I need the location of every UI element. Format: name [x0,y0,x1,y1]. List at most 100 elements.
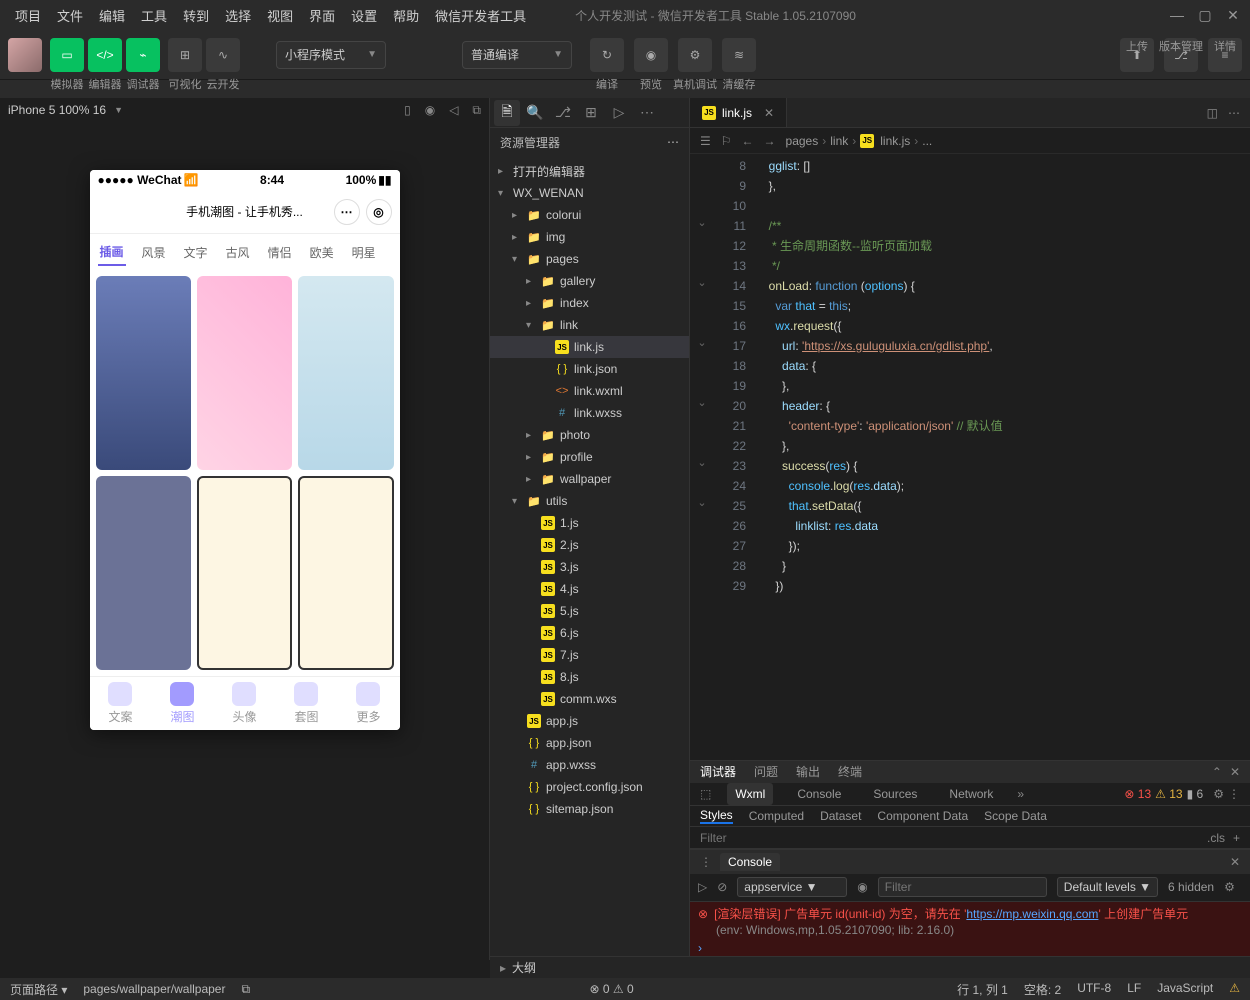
page-path-label[interactable]: 页面路径 ▾ [10,981,67,998]
wallpaper-thumb[interactable] [298,476,393,670]
status-line-col[interactable]: 行 1, 列 1 [957,981,1008,998]
menu-file[interactable]: 文件 [50,2,90,29]
bottom-nav-item[interactable]: 潮图 [170,682,194,725]
warning-badge[interactable]: ⚠ 13 [1155,787,1182,801]
status-spaces[interactable]: 空格: 2 [1024,981,1061,998]
explorer-more-icon[interactable]: ⋯ [667,135,679,149]
wallpaper-thumb[interactable] [298,276,393,470]
phone-tab-1[interactable]: 风景 [140,240,168,265]
tree-item-link.json[interactable]: { } link.json [490,358,689,380]
tree-item-profile[interactable]: ▸📁 profile [490,446,689,468]
menu-view[interactable]: 视图 [260,2,300,29]
dt-sub-wxml[interactable]: Wxml [727,783,773,805]
phone-tab-5[interactable]: 欧美 [308,240,336,265]
back-icon[interactable]: ◁ [449,103,458,118]
split-editor-icon[interactable]: ◫ [1207,106,1218,120]
dt-sub-sources[interactable]: Sources [865,783,925,805]
component-data-tab[interactable]: Component Data [877,809,968,823]
tree-item-link.wxml[interactable]: <> link.wxml [490,380,689,402]
tree-section[interactable]: ▸打开的编辑器 [490,160,689,182]
phone-tab-4[interactable]: 情侣 [266,240,294,265]
editor-button[interactable]: </>编辑器 [88,38,122,72]
tree-item-6.js[interactable]: JS 6.js [490,622,689,644]
record-icon[interactable]: ◉ [425,103,435,118]
outline-bar[interactable]: ▸大纲 [490,956,1250,978]
visual-button[interactable]: ⊞可视化 [168,38,202,72]
eye-icon[interactable]: ◉ [857,880,867,894]
warning-icon[interactable]: ⚠ [1229,981,1240,998]
dt-tab-output[interactable]: 输出 [796,761,820,782]
status-encoding[interactable]: UTF-8 [1077,981,1111,998]
dt-tab-problems[interactable]: 问题 [754,761,778,782]
console-filter-input[interactable] [878,877,1047,897]
wallpaper-thumb[interactable] [96,476,191,670]
dt-sub-console[interactable]: Console [789,783,849,805]
menu-project[interactable]: 项目 [8,2,48,29]
console-tab[interactable]: Console [720,853,780,871]
editor-more-icon[interactable]: ⋯ [1228,106,1240,120]
tree-item-index[interactable]: ▸📁 index [490,292,689,314]
add-style-icon[interactable]: + [1233,831,1240,845]
menu-select[interactable]: 选择 [218,2,258,29]
wallpaper-thumb[interactable] [197,276,292,470]
tree-item-app.js[interactable]: JS app.js [490,710,689,732]
tree-item-utils[interactable]: ▾📁 utils [490,490,689,512]
simulator-button[interactable]: ▭模拟器 [50,38,84,72]
device-info[interactable]: iPhone 5 100% 16 [8,103,106,117]
menu-tools[interactable]: 工具 [134,2,174,29]
clear-console-icon[interactable]: ⊘ [717,880,727,894]
status-lang[interactable]: JavaScript [1157,981,1213,998]
status-eol[interactable]: LF [1127,981,1141,998]
git-icon[interactable]: ⎇ [550,100,576,126]
debug-icon[interactable]: ▷ [606,100,632,126]
code-editor[interactable]: ⌄⌄⌄⌄⌄⌄ 891011121314151617181920212223242… [690,154,1250,760]
close-icon[interactable]: ✕ [1230,765,1240,779]
copy-icon[interactable]: ⧉ [472,103,481,118]
version-button[interactable]: ⎇版本管理 [1164,38,1198,72]
page-path-value[interactable]: pages/wallpaper/wallpaper [83,982,225,996]
mode-select[interactable]: 小程序模式▼ [276,41,386,69]
tree-item-colorui[interactable]: ▸📁 colorui [490,204,689,226]
user-avatar[interactable] [8,38,42,72]
tree-section[interactable]: ▾WX_WENAN [490,182,689,204]
tree-item-photo[interactable]: ▸📁 photo [490,424,689,446]
phone-tab-0[interactable]: 插画 [98,239,126,266]
status-errors[interactable]: ⊗ 0 ⚠ 0 [590,982,634,996]
upload-button[interactable]: ⬆上传 [1120,38,1154,72]
gear-icon[interactable]: ⚙ [1224,880,1235,894]
hidden-count[interactable]: 6 hidden [1168,880,1214,894]
gear-icon[interactable]: ⚙ [1213,787,1224,801]
nav-back-icon[interactable]: ← [742,134,754,148]
wallpaper-thumb[interactable] [96,276,191,470]
bottom-nav-item[interactable]: 文案 [108,682,132,725]
tree-item-3.js[interactable]: JS 3.js [490,556,689,578]
dt-tab-terminal[interactable]: 终端 [838,761,862,782]
dt-sub-network[interactable]: Network [941,783,1001,805]
list-icon[interactable]: ☰ [700,134,711,148]
phone-tab-3[interactable]: 古风 [224,240,252,265]
tree-item-8.js[interactable]: JS 8.js [490,666,689,688]
debugger-button[interactable]: ⌁调试器 [126,38,160,72]
breadcrumb-path[interactable]: pages› link› JSlink.js› ... [786,134,933,148]
styles-tab[interactable]: Styles [700,808,733,824]
device-icon[interactable]: ▯ [404,103,411,118]
close-button[interactable]: ✕ [1224,6,1242,24]
styles-filter-input[interactable] [700,831,1199,845]
bottom-nav-item[interactable]: 更多 [356,682,380,725]
menu-interface[interactable]: 界面 [302,2,342,29]
tree-item-comm.wxs[interactable]: JS comm.wxs [490,688,689,710]
maximize-button[interactable]: ▢ [1196,6,1214,24]
wallpaper-thumb[interactable] [197,476,292,670]
phone-tab-6[interactable]: 明星 [350,240,378,265]
computed-tab[interactable]: Computed [749,809,804,823]
tree-item-app.json[interactable]: { } app.json [490,732,689,754]
tree-item-img[interactable]: ▸📁 img [490,226,689,248]
tree-item-gallery[interactable]: ▸📁 gallery [490,270,689,292]
menu-wxdevtools[interactable]: 微信开发者工具 [428,2,533,29]
tree-item-7.js[interactable]: JS 7.js [490,644,689,666]
minimize-button[interactable]: — [1168,6,1186,24]
inspect-icon[interactable]: ⬚ [700,787,711,801]
compile-button[interactable]: ↻编译 [590,38,624,72]
info-badge[interactable]: ▮ 6 [1187,787,1204,801]
scope-data-tab[interactable]: Scope Data [984,809,1047,823]
